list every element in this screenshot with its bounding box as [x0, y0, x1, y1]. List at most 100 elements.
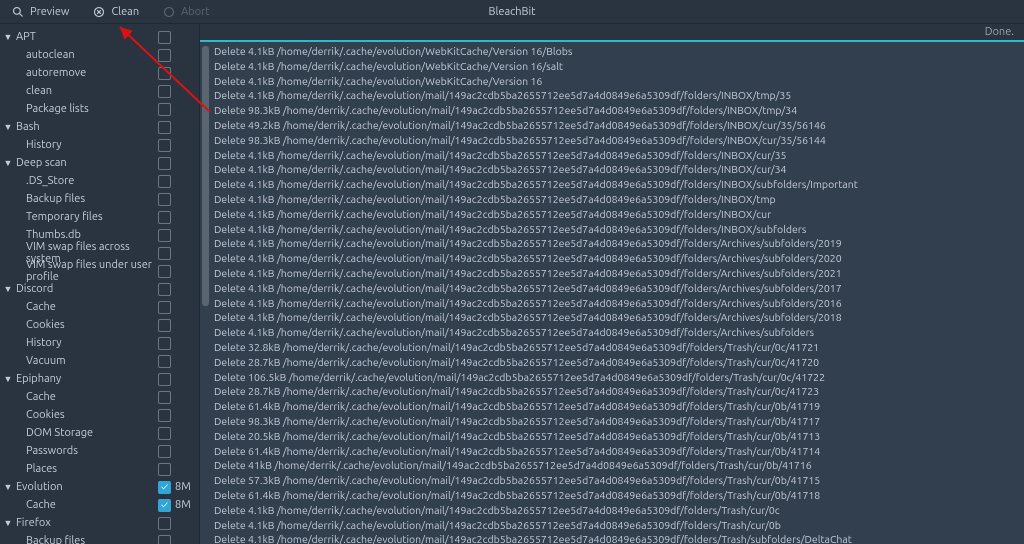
checkbox[interactable]: [158, 337, 171, 350]
log-line: Delete 4.1kB /home/derrik/.cache/evoluti…: [214, 251, 1024, 266]
scrollbar-thumb[interactable]: [202, 46, 209, 306]
cleaner-item[interactable]: .DS_Store: [0, 172, 199, 190]
checkbox[interactable]: [158, 409, 171, 422]
row-label: VIM swap files under user profile: [26, 259, 158, 283]
row-label: Passwords: [26, 445, 158, 457]
cleaner-item[interactable]: Passwords: [0, 442, 199, 460]
cleaner-item[interactable]: History: [0, 334, 199, 352]
checkbox[interactable]: [158, 175, 171, 188]
row-label: Temporary files: [26, 211, 158, 223]
cleaner-item[interactable]: Package lists: [0, 100, 199, 118]
category-row[interactable]: ▼Discord: [0, 280, 199, 298]
cleaner-item[interactable]: autoclean: [0, 46, 199, 64]
checkbox[interactable]: [158, 247, 171, 260]
log-line: Delete 61.4kB /home/derrik/.cache/evolut…: [214, 444, 1024, 459]
checkbox[interactable]: [158, 283, 171, 296]
cleaner-item[interactable]: Cookies: [0, 406, 199, 424]
cleaner-item[interactable]: Backup files: [0, 532, 199, 544]
log-line: Delete 4.1kB /home/derrik/.cache/evoluti…: [214, 518, 1024, 533]
row-label: autoclean: [26, 49, 158, 61]
stop-icon: [163, 6, 175, 18]
checkbox[interactable]: [158, 301, 171, 314]
checkbox[interactable]: [158, 265, 171, 278]
cleaner-item[interactable]: Vacuum: [0, 352, 199, 370]
log-panel[interactable]: Delete 4.1kB /home/derrik/.cache/evoluti…: [200, 42, 1024, 544]
checkbox[interactable]: [158, 463, 171, 476]
checkbox[interactable]: [158, 373, 171, 386]
checkbox[interactable]: [158, 85, 171, 98]
clean-button[interactable]: Clean: [81, 0, 151, 23]
checkbox[interactable]: [158, 517, 171, 530]
checkbox[interactable]: [158, 211, 171, 224]
log-line: Delete 4.1kB /home/derrik/.cache/evoluti…: [214, 44, 1024, 59]
row-label: Package lists: [26, 103, 158, 115]
cleaner-item[interactable]: Places: [0, 460, 199, 478]
log-line: Delete 4.1kB /home/derrik/.cache/evoluti…: [214, 266, 1024, 281]
log-line: Delete 4.1kB /home/derrik/.cache/evoluti…: [214, 207, 1024, 222]
checkbox[interactable]: [158, 229, 171, 242]
checkbox[interactable]: [158, 499, 171, 512]
checkbox[interactable]: [158, 481, 171, 494]
row-label: autoremove: [26, 67, 158, 79]
row-label: Vacuum: [26, 355, 158, 367]
log-line: Delete 57.3kB /home/derrik/.cache/evolut…: [214, 473, 1024, 488]
cleaner-item[interactable]: Cache8M: [0, 496, 199, 514]
expand-arrow-icon[interactable]: ▼: [2, 284, 14, 294]
checkbox[interactable]: [158, 391, 171, 404]
cleaner-item[interactable]: Cache: [0, 298, 199, 316]
checkbox[interactable]: [158, 427, 171, 440]
row-label: Backup files: [26, 193, 158, 205]
preview-button[interactable]: Preview: [0, 0, 81, 23]
cleaner-item[interactable]: clean: [0, 82, 199, 100]
expand-arrow-icon[interactable]: ▼: [2, 482, 14, 492]
cleaner-item[interactable]: History: [0, 136, 199, 154]
sidebar[interactable]: ▼APT autoclean autoremove clean Package list…: [0, 24, 200, 544]
log-line: Delete 4.1kB /home/derrik/.cache/evoluti…: [214, 192, 1024, 207]
checkbox[interactable]: [158, 139, 171, 152]
checkbox[interactable]: [158, 67, 171, 80]
expand-arrow-icon[interactable]: ▼: [2, 374, 14, 384]
category-row[interactable]: ▼Epiphany: [0, 370, 199, 388]
expand-arrow-icon[interactable]: ▼: [2, 518, 14, 528]
category-row[interactable]: ▼Deep scan: [0, 154, 199, 172]
category-row[interactable]: ▼Evolution8M: [0, 478, 199, 496]
log-line: Delete 20.5kB /home/derrik/.cache/evolut…: [214, 429, 1024, 444]
checkbox[interactable]: [158, 31, 171, 44]
checkbox[interactable]: [158, 121, 171, 134]
expand-arrow-icon[interactable]: ▼: [2, 158, 14, 168]
category-row[interactable]: ▼Firefox: [0, 514, 199, 532]
log-line: Delete 4.1kB /home/derrik/.cache/evoluti…: [214, 532, 1024, 544]
log-line: Delete 4.1kB /home/derrik/.cache/evoluti…: [214, 59, 1024, 74]
expand-arrow-icon[interactable]: ▼: [2, 32, 14, 42]
expand-arrow-icon[interactable]: ▼: [2, 122, 14, 132]
search-icon: [12, 6, 24, 18]
log-line: Delete 98.3kB /home/derrik/.cache/evolut…: [214, 414, 1024, 429]
category-row[interactable]: ▼Bash: [0, 118, 199, 136]
checkbox[interactable]: [158, 193, 171, 206]
checkbox[interactable]: [158, 319, 171, 332]
checkbox[interactable]: [158, 535, 171, 544]
checkbox[interactable]: [158, 103, 171, 116]
cleaner-item[interactable]: Backup files: [0, 190, 199, 208]
main-panel: Done. Delete 4.1kB /home/derrik/.cache/e…: [200, 24, 1024, 544]
row-label: DOM Storage: [26, 427, 158, 439]
cleaner-item[interactable]: Cache: [0, 388, 199, 406]
log-line: Delete 4.1kB /home/derrik/.cache/evoluti…: [214, 148, 1024, 163]
cleaner-item[interactable]: Temporary files: [0, 208, 199, 226]
log-line: Delete 4.1kB /home/derrik/.cache/evoluti…: [214, 325, 1024, 340]
checkbox[interactable]: [158, 355, 171, 368]
app-window: Preview Clean Abort BleachBit ▼APTautocl…: [0, 0, 1024, 544]
cleaner-item[interactable]: Cookies: [0, 316, 199, 334]
log-line: Delete 4.1kB /home/derrik/.cache/evoluti…: [214, 236, 1024, 251]
cleaner-item[interactable]: autoremove: [0, 64, 199, 82]
log-line: Delete 4.1kB /home/derrik/.cache/evoluti…: [214, 162, 1024, 177]
checkbox[interactable]: [158, 157, 171, 170]
checkbox[interactable]: [158, 49, 171, 62]
body: ▼APT autoclean autoremove clean Package list…: [0, 24, 1024, 544]
row-label: Firefox: [14, 517, 158, 529]
category-row[interactable]: ▼APT: [0, 28, 199, 46]
cleaner-item[interactable]: VIM swap files under user profile: [0, 262, 199, 280]
app-title: BleachBit: [489, 6, 536, 18]
checkbox[interactable]: [158, 445, 171, 458]
cleaner-item[interactable]: DOM Storage: [0, 424, 199, 442]
